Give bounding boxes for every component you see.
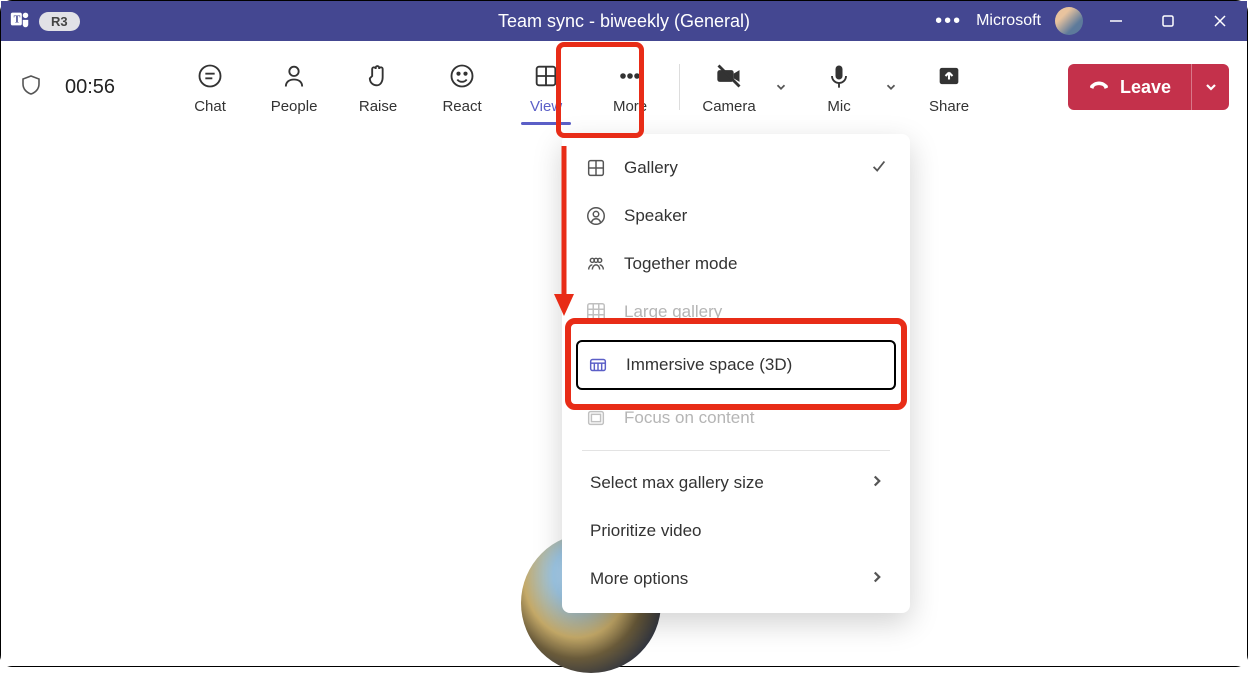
- more-settings-icon[interactable]: •••: [935, 10, 962, 33]
- share-button[interactable]: Share: [910, 47, 988, 127]
- raise-button[interactable]: Raise: [339, 47, 417, 127]
- menu-label: Prioritize video: [590, 521, 702, 541]
- menu-item-select-max[interactable]: Select max gallery size: [562, 459, 910, 507]
- menu-label: Speaker: [624, 206, 687, 226]
- people-button[interactable]: People: [255, 47, 333, 127]
- org-name: Microsoft: [976, 12, 1041, 30]
- meeting-toolbar: 00:56 Chat People Raise React View: [1, 41, 1247, 133]
- menu-item-more-options[interactable]: More options: [562, 555, 910, 603]
- chat-button[interactable]: Chat: [171, 47, 249, 127]
- more-button[interactable]: More: [591, 47, 669, 127]
- camera-off-icon: [715, 60, 743, 92]
- focus-icon: [584, 407, 608, 429]
- immersive-icon: [586, 354, 610, 376]
- mic-icon: [825, 60, 853, 92]
- shield-icon[interactable]: [19, 73, 43, 102]
- mic-button[interactable]: Mic: [800, 47, 878, 127]
- meeting-title: Team sync - biweekly (General): [498, 11, 750, 32]
- camera-chevron[interactable]: [768, 47, 794, 127]
- raise-label: Raise: [359, 98, 397, 115]
- maximize-button[interactable]: [1149, 1, 1187, 41]
- view-button[interactable]: View: [507, 47, 585, 127]
- svg-text:T: T: [14, 14, 21, 25]
- chat-icon: [196, 60, 224, 92]
- call-timer: 00:56: [65, 76, 115, 99]
- mic-label: Mic: [827, 98, 850, 115]
- chevron-right-icon: [868, 568, 886, 591]
- view-menu: Gallery Speaker Together mode Large gall…: [562, 134, 910, 613]
- check-icon: [870, 157, 888, 180]
- view-label: View: [530, 98, 562, 115]
- react-label: React: [442, 98, 481, 115]
- together-icon: [584, 253, 608, 275]
- people-icon: [280, 60, 308, 92]
- menu-item-gallery[interactable]: Gallery: [562, 144, 910, 192]
- menu-item-together[interactable]: Together mode: [562, 240, 910, 288]
- gallery-icon: [584, 157, 608, 179]
- menu-label: More options: [590, 569, 688, 589]
- menu-item-large-gallery: Large gallery: [562, 288, 910, 336]
- more-icon: [616, 60, 644, 92]
- menu-separator: [582, 450, 890, 451]
- menu-label: Immersive space (3D): [626, 355, 792, 375]
- toolbar-divider: [679, 64, 680, 110]
- title-bar: T R3 Team sync - biweekly (General) ••• …: [1, 1, 1247, 41]
- leave-button[interactable]: Leave: [1068, 64, 1229, 110]
- raise-hand-icon: [364, 60, 392, 92]
- view-icon: [532, 60, 560, 92]
- camera-label: Camera: [702, 98, 755, 115]
- close-button[interactable]: [1201, 1, 1239, 41]
- large-gallery-icon: [584, 301, 608, 323]
- share-label: Share: [929, 98, 969, 115]
- menu-item-immersive[interactable]: Immersive space (3D): [576, 340, 896, 390]
- chevron-right-icon: [868, 472, 886, 495]
- leave-label: Leave: [1120, 77, 1171, 98]
- mic-chevron[interactable]: [878, 47, 904, 127]
- speaker-view-icon: [584, 205, 608, 227]
- people-label: People: [271, 98, 318, 115]
- minimize-button[interactable]: [1097, 1, 1135, 41]
- react-icon: [448, 60, 476, 92]
- camera-button[interactable]: Camera: [690, 47, 768, 127]
- share-icon: [935, 60, 963, 92]
- avatar[interactable]: [1055, 7, 1083, 35]
- menu-item-prioritize[interactable]: Prioritize video: [562, 507, 910, 555]
- more-label: More: [613, 98, 647, 115]
- teams-logo-icon: T: [9, 8, 31, 35]
- menu-label: Focus on content: [624, 408, 754, 428]
- menu-label: Together mode: [624, 254, 737, 274]
- leave-chevron[interactable]: [1191, 64, 1229, 110]
- menu-item-speaker[interactable]: Speaker: [562, 192, 910, 240]
- chat-label: Chat: [194, 98, 226, 115]
- build-badge: R3: [39, 12, 80, 31]
- menu-label: Select max gallery size: [590, 473, 764, 493]
- menu-label: Gallery: [624, 158, 678, 178]
- menu-item-focus: Focus on content: [562, 394, 910, 442]
- menu-label: Large gallery: [624, 302, 722, 322]
- react-button[interactable]: React: [423, 47, 501, 127]
